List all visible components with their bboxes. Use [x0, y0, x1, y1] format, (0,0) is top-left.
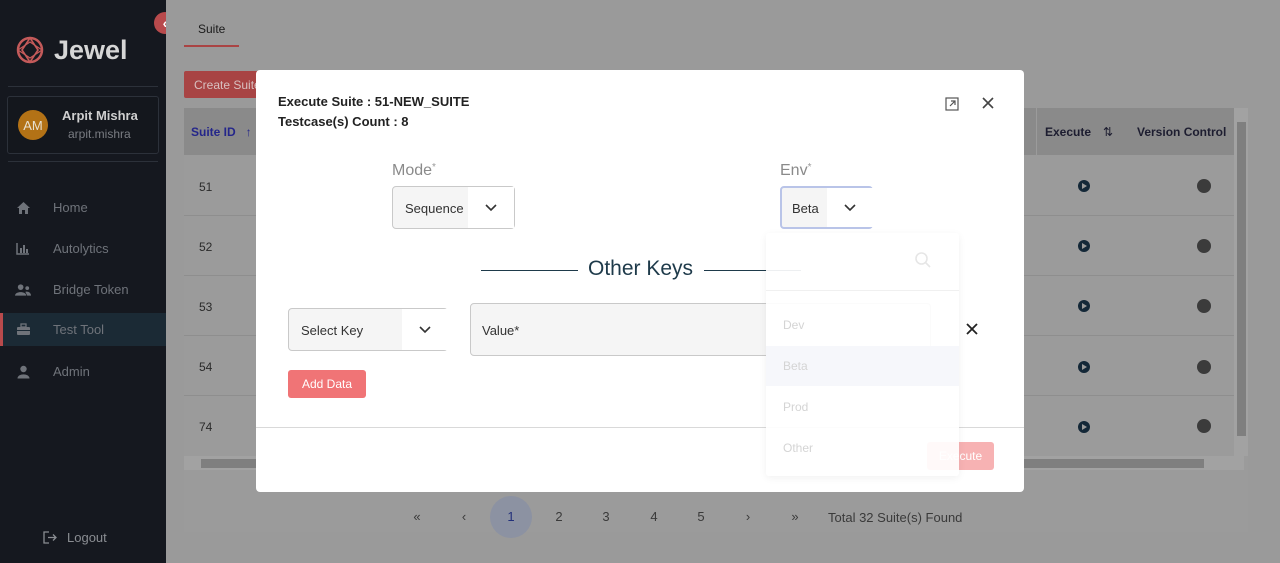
last-page-button[interactable]: »: [780, 502, 810, 532]
divider: [8, 161, 158, 162]
page-button-4[interactable]: 4: [639, 502, 669, 532]
app-root: Jewel ‹ AM Arpit Mishra arpit.mishra Hom…: [0, 0, 1280, 563]
page-button-5[interactable]: 5: [686, 502, 716, 532]
brand-logo: Jewel: [14, 34, 128, 66]
home-icon: [15, 201, 31, 215]
remove-row-icon[interactable]: [965, 322, 979, 336]
sidebar-item-test-tool[interactable]: Test Tool: [0, 313, 166, 346]
user-icon: [15, 365, 31, 379]
sort-icon: ⇅: [1103, 124, 1114, 139]
column-header-execute[interactable]: Execute ⇅: [1037, 108, 1129, 155]
github-icon[interactable]: [1197, 179, 1211, 193]
play-icon[interactable]: [1078, 421, 1090, 433]
sidebar-item-label: Autolytics: [53, 241, 109, 256]
page-button-2[interactable]: 2: [544, 502, 574, 532]
chevron-down-icon: [827, 188, 873, 227]
user-name: Arpit Mishra: [62, 108, 138, 123]
jewel-logo-icon: [16, 36, 44, 64]
table-row-id: 53: [199, 300, 213, 314]
total-count: Total 32 Suite(s) Found: [828, 510, 963, 525]
tab-underline: [184, 45, 239, 47]
env-dropdown-menu: Dev Beta Prod Other: [766, 233, 959, 476]
env-option-other[interactable]: Other: [766, 428, 959, 468]
users-icon: [15, 283, 31, 297]
play-icon[interactable]: [1078, 180, 1090, 192]
chevron-down-icon: [402, 309, 448, 350]
next-page-button[interactable]: ›: [733, 502, 763, 532]
mode-label: Mode*: [392, 162, 436, 179]
avatar: AM: [18, 110, 48, 140]
chevron-down-icon: [468, 187, 514, 228]
sidebar-item-bridge-token[interactable]: Bridge Token: [0, 273, 166, 306]
pagination: « ‹ 1 2 3 4 5 › » Total 32 Suite(s) Foun…: [184, 496, 1248, 538]
sidebar-item-label: Home: [53, 200, 88, 215]
create-suite-button[interactable]: Create Suite: [184, 71, 264, 98]
sidebar-item-label: Test Tool: [53, 322, 105, 337]
github-icon[interactable]: [1197, 239, 1211, 253]
sidebar-item-admin[interactable]: Admin: [0, 355, 166, 388]
play-icon[interactable]: [1078, 300, 1090, 312]
logout-label: Logout: [67, 530, 107, 545]
tab-suite[interactable]: Suite: [198, 22, 225, 36]
modal-title: Execute Suite : 51-NEW_SUITE: [278, 94, 470, 109]
sidebar-item-autolytics[interactable]: Autolytics: [0, 232, 166, 265]
table-row-id: 54: [199, 360, 213, 374]
column-header-version-control[interactable]: Version Control: [1129, 108, 1234, 155]
env-search-input[interactable]: [766, 233, 959, 291]
add-data-button[interactable]: Add Data: [288, 370, 366, 398]
heading-rule: [481, 270, 578, 271]
env-value: Beta: [792, 201, 819, 216]
value-placeholder: Value*: [482, 323, 520, 338]
play-icon[interactable]: [1078, 240, 1090, 252]
select-key-dropdown[interactable]: Select Key: [288, 308, 448, 351]
mode-select[interactable]: Sequence: [392, 186, 515, 229]
sort-icon: ↑: [245, 124, 252, 139]
modal-subtitle: Testcase(s) Count : 8: [278, 114, 409, 129]
sidebar-item-label: Admin: [53, 364, 90, 379]
search-icon: [915, 252, 931, 268]
column-header-label: Suite ID: [191, 124, 236, 139]
mode-label-text: Mode: [392, 162, 433, 179]
other-keys-heading: Other Keys: [481, 257, 801, 285]
github-icon[interactable]: [1197, 299, 1211, 313]
logout-button[interactable]: Logout: [43, 530, 107, 545]
user-card[interactable]: AM Arpit Mishra arpit.mishra: [7, 96, 159, 154]
column-header-label: Version Control: [1137, 124, 1227, 139]
table-row-id: 51: [199, 180, 213, 194]
sidebar: Jewel ‹ AM Arpit Mishra arpit.mishra Hom…: [0, 0, 176, 563]
expand-icon[interactable]: [945, 97, 959, 111]
toolbox-icon: [15, 323, 31, 336]
env-option-dev[interactable]: Dev: [766, 305, 959, 345]
page-button-3[interactable]: 3: [591, 502, 621, 532]
column-header-label: Execute: [1045, 124, 1092, 139]
other-keys-title: Other Keys: [588, 257, 694, 280]
env-option-beta[interactable]: Beta: [766, 346, 959, 386]
github-icon[interactable]: [1197, 360, 1211, 374]
mode-value: Sequence: [405, 201, 464, 216]
select-key-placeholder: Select Key: [301, 323, 364, 338]
table-row-id: 74: [199, 420, 213, 434]
env-label: Env*: [780, 162, 812, 179]
divider: [8, 86, 158, 87]
prev-page-button[interactable]: ‹: [449, 502, 479, 532]
env-label-text: Env: [780, 162, 808, 179]
play-icon[interactable]: [1078, 361, 1090, 373]
user-handle: arpit.mishra: [68, 127, 131, 141]
scrollbar-thumb[interactable]: [1237, 122, 1246, 436]
brand-name: Jewel: [54, 34, 128, 65]
env-select[interactable]: Beta: [780, 186, 873, 229]
first-page-button[interactable]: «: [402, 502, 432, 532]
close-icon[interactable]: [980, 95, 996, 111]
chart-icon: [15, 242, 31, 255]
env-option-prod[interactable]: Prod: [766, 387, 959, 427]
vertical-scrollbar[interactable]: [1234, 108, 1248, 456]
sidebar-item-label: Bridge Token: [53, 282, 129, 297]
logout-icon: [43, 531, 57, 544]
table-row-id: 52: [199, 240, 213, 254]
github-icon[interactable]: [1197, 419, 1211, 433]
page-button-1[interactable]: 1: [490, 496, 532, 538]
sidebar-item-home[interactable]: Home: [0, 191, 166, 224]
